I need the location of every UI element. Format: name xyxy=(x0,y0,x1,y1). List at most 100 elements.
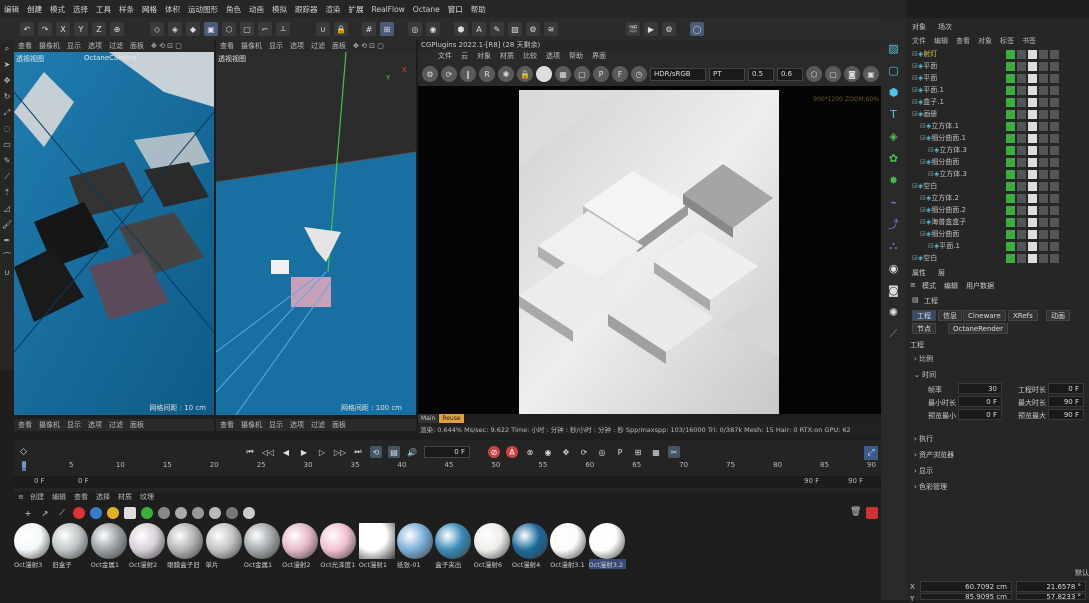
autokey-icon[interactable]: A xyxy=(506,446,518,458)
key-param-icon[interactable]: P xyxy=(614,446,626,458)
clapper-icon[interactable]: 🎬 xyxy=(626,22,640,36)
record-keys-icon[interactable]: ⊘ xyxy=(488,446,500,458)
menu-item-octane[interactable]: Octane xyxy=(409,5,444,14)
tag-icon[interactable] xyxy=(1006,121,1015,131)
vp2-menu-panel[interactable]: 面板 xyxy=(332,41,346,51)
grid-snap-icon[interactable]: ⊞ xyxy=(380,22,394,36)
group-asset-browser[interactable]: › 资产浏览器 xyxy=(914,450,954,460)
go-to-end-icon[interactable]: ⏭ xyxy=(352,446,364,458)
vp1-menu-filter[interactable]: 过滤 xyxy=(109,41,123,51)
save-image-icon[interactable]: ▦ xyxy=(555,66,571,82)
brush-icon[interactable]: ✎ xyxy=(2,156,12,166)
object-row[interactable]: ⊟ ◈ 立方体.3 xyxy=(906,144,1089,156)
viewport2[interactable]: Y X 透视视图 网格间距 : 100 cm xyxy=(216,52,416,415)
vp4-menu-camera[interactable]: 摄像机 xyxy=(241,420,262,430)
grey-sphere-icon[interactable] xyxy=(158,507,170,519)
material-swatch[interactable]: Oct金属1 xyxy=(243,523,281,569)
sphere-icon[interactable] xyxy=(536,66,552,82)
tag-icon[interactable] xyxy=(1039,229,1048,239)
prev-frame-icon[interactable]: ◀ xyxy=(280,446,292,458)
tag-icon[interactable] xyxy=(1039,181,1048,191)
group-color-management[interactable]: › 色彩管理 xyxy=(914,482,947,492)
tag-icon[interactable] xyxy=(1039,217,1048,227)
mograph-icon[interactable]: ✿ xyxy=(886,150,902,166)
menu-item-spline[interactable]: 样条 xyxy=(115,4,138,15)
color-space-select[interactable]: HDR/sRGB xyxy=(650,67,706,81)
mat-menu-view[interactable]: 查看 xyxy=(74,492,88,502)
tag-icon[interactable] xyxy=(1006,61,1015,71)
bend-icon[interactable]: ⤴ xyxy=(886,216,902,232)
tag-icon[interactable] xyxy=(1039,157,1048,167)
coord-y-position[interactable]: 85.9095 cm xyxy=(920,593,1012,601)
object-row[interactable]: ⊟ ◈ 射灯 xyxy=(906,48,1089,60)
white-box-icon[interactable] xyxy=(124,507,136,519)
render-menu-file[interactable]: 文件 xyxy=(438,51,452,61)
object-row[interactable]: ⊟ ◈ 平面 xyxy=(906,60,1089,72)
menu-item-mesh[interactable]: 网格 xyxy=(138,4,161,15)
material-swatch[interactable]: 纸张-01 xyxy=(397,523,434,569)
attr-btn-cineware[interactable]: Cineware xyxy=(963,310,1006,321)
glossy-sphere-icon[interactable] xyxy=(175,507,187,519)
tag-icon[interactable] xyxy=(1050,133,1059,143)
next-frame-icon[interactable]: ▷ xyxy=(316,446,328,458)
object-row[interactable]: ⊟ ◈ 立方体.3 xyxy=(906,168,1089,180)
vp2-menu-view[interactable]: 查看 xyxy=(220,41,234,51)
render-menu-interface[interactable]: 界面 xyxy=(592,51,606,61)
object-row[interactable]: ⊟ ◈ 细分曲面 xyxy=(906,156,1089,168)
tag-icon[interactable] xyxy=(1050,217,1059,227)
mat-menu-material[interactable]: 材质 xyxy=(118,492,132,502)
tag-icon[interactable] xyxy=(1017,73,1026,83)
tag-icon[interactable] xyxy=(1039,253,1048,263)
scissors-icon[interactable]: ✂ xyxy=(668,446,680,458)
select-arrow-icon[interactable]: ➤ xyxy=(2,60,12,70)
tab-takes[interactable]: 场次 xyxy=(938,22,952,34)
paint-icon[interactable]: 🖌 xyxy=(2,220,12,230)
camera-icon[interactable]: ◙ xyxy=(844,66,860,82)
tag-icon[interactable] xyxy=(1050,253,1059,263)
metal-sphere-icon[interactable] xyxy=(192,507,204,519)
specular-sphere-icon[interactable] xyxy=(243,507,255,519)
refresh-icon[interactable]: ⟳ xyxy=(441,66,457,82)
tag-icon[interactable] xyxy=(1039,73,1048,83)
hex-icon[interactable]: ⬡ xyxy=(806,66,822,82)
tag-icon[interactable] xyxy=(1017,133,1026,143)
go-to-start-icon[interactable]: ⏮ xyxy=(244,446,256,458)
tag-icon[interactable] xyxy=(1017,253,1026,263)
vp3-menu-display[interactable]: 显示 xyxy=(67,420,81,430)
tag-icon[interactable] xyxy=(1028,61,1037,71)
key-scale-icon[interactable]: ◎ xyxy=(596,446,608,458)
group-execute[interactable]: › 执行 xyxy=(914,434,933,444)
tag-icon[interactable] xyxy=(1028,241,1037,251)
square-icon[interactable]: ▢ xyxy=(886,62,902,78)
vp3-menu-panel[interactable]: 面板 xyxy=(130,420,144,430)
material-swatch[interactable]: Oct漫射3.2 xyxy=(588,523,626,569)
object-row[interactable]: ⊟ ◈ 细分曲面.2 xyxy=(906,204,1089,216)
tag-icon[interactable] xyxy=(1050,145,1059,155)
points-mode-icon[interactable]: ◈ xyxy=(168,22,182,36)
search-icon[interactable]: ⌕ xyxy=(2,44,12,54)
tag-icon[interactable] xyxy=(1039,109,1048,119)
half-sphere-icon[interactable] xyxy=(90,507,102,519)
film-icon[interactable]: ▦ xyxy=(650,446,662,458)
clock-icon[interactable]: ◷ xyxy=(631,66,647,82)
region-render-icon[interactable]: R xyxy=(479,66,495,82)
tab-layers[interactable]: 层 xyxy=(938,268,945,278)
tag-icon[interactable] xyxy=(1028,85,1037,95)
menu-item-mode[interactable]: 模式 xyxy=(46,4,69,15)
green-sphere-icon[interactable] xyxy=(141,507,153,519)
material-swatch[interactable]: Oct漫射2 xyxy=(128,523,166,569)
material-swatch[interactable]: 眼膜盒子旧 xyxy=(167,523,204,569)
arrow-icon[interactable]: ↗ xyxy=(39,507,51,519)
preview-min-field[interactable]: 0 F xyxy=(958,409,1002,420)
tag-icon[interactable] xyxy=(1017,85,1026,95)
tag-icon[interactable] xyxy=(1028,205,1037,215)
tag-icon[interactable] xyxy=(1039,61,1048,71)
tag-icon[interactable] xyxy=(1006,145,1015,155)
move-icon[interactable]: ✥ xyxy=(2,76,12,86)
obj-menu-bookmarks[interactable]: 书签 xyxy=(1022,36,1036,46)
deform-icon[interactable]: ≋ xyxy=(544,22,558,36)
mat-menu-create[interactable]: 创建 xyxy=(30,492,44,502)
key-rotation-icon[interactable]: ⟳ xyxy=(578,446,590,458)
prev-key-icon[interactable]: ◁◁ xyxy=(262,446,274,458)
world-icon[interactable]: ⊕ xyxy=(110,22,124,36)
